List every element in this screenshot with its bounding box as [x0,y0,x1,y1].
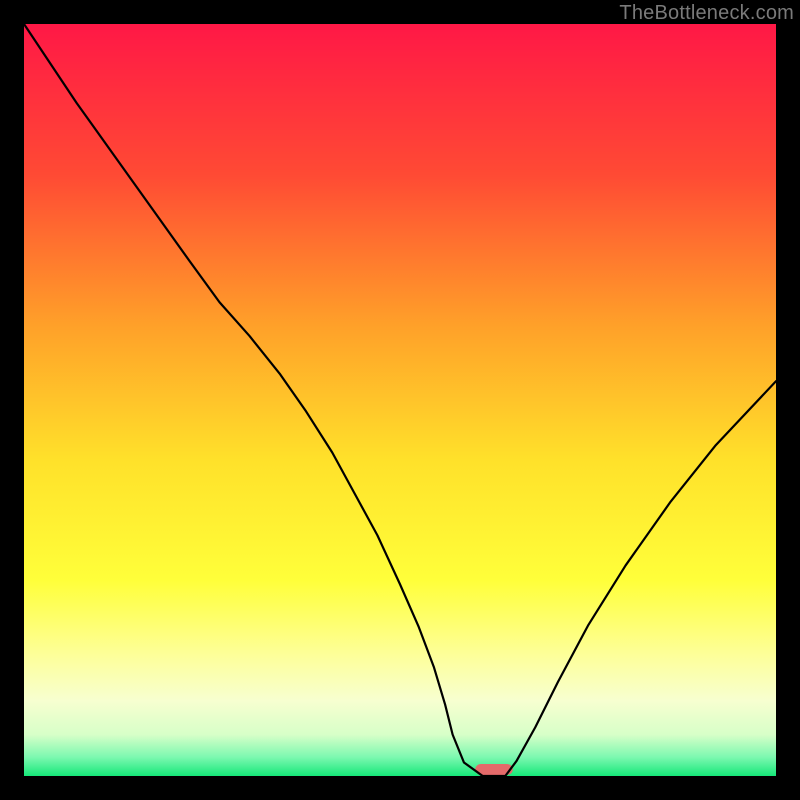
bottleneck-chart [24,24,776,776]
watermark-text: TheBottleneck.com [619,2,794,25]
chart-container: TheBottleneck.com [0,0,800,800]
plot-area [24,24,776,776]
gradient-background [24,24,776,776]
